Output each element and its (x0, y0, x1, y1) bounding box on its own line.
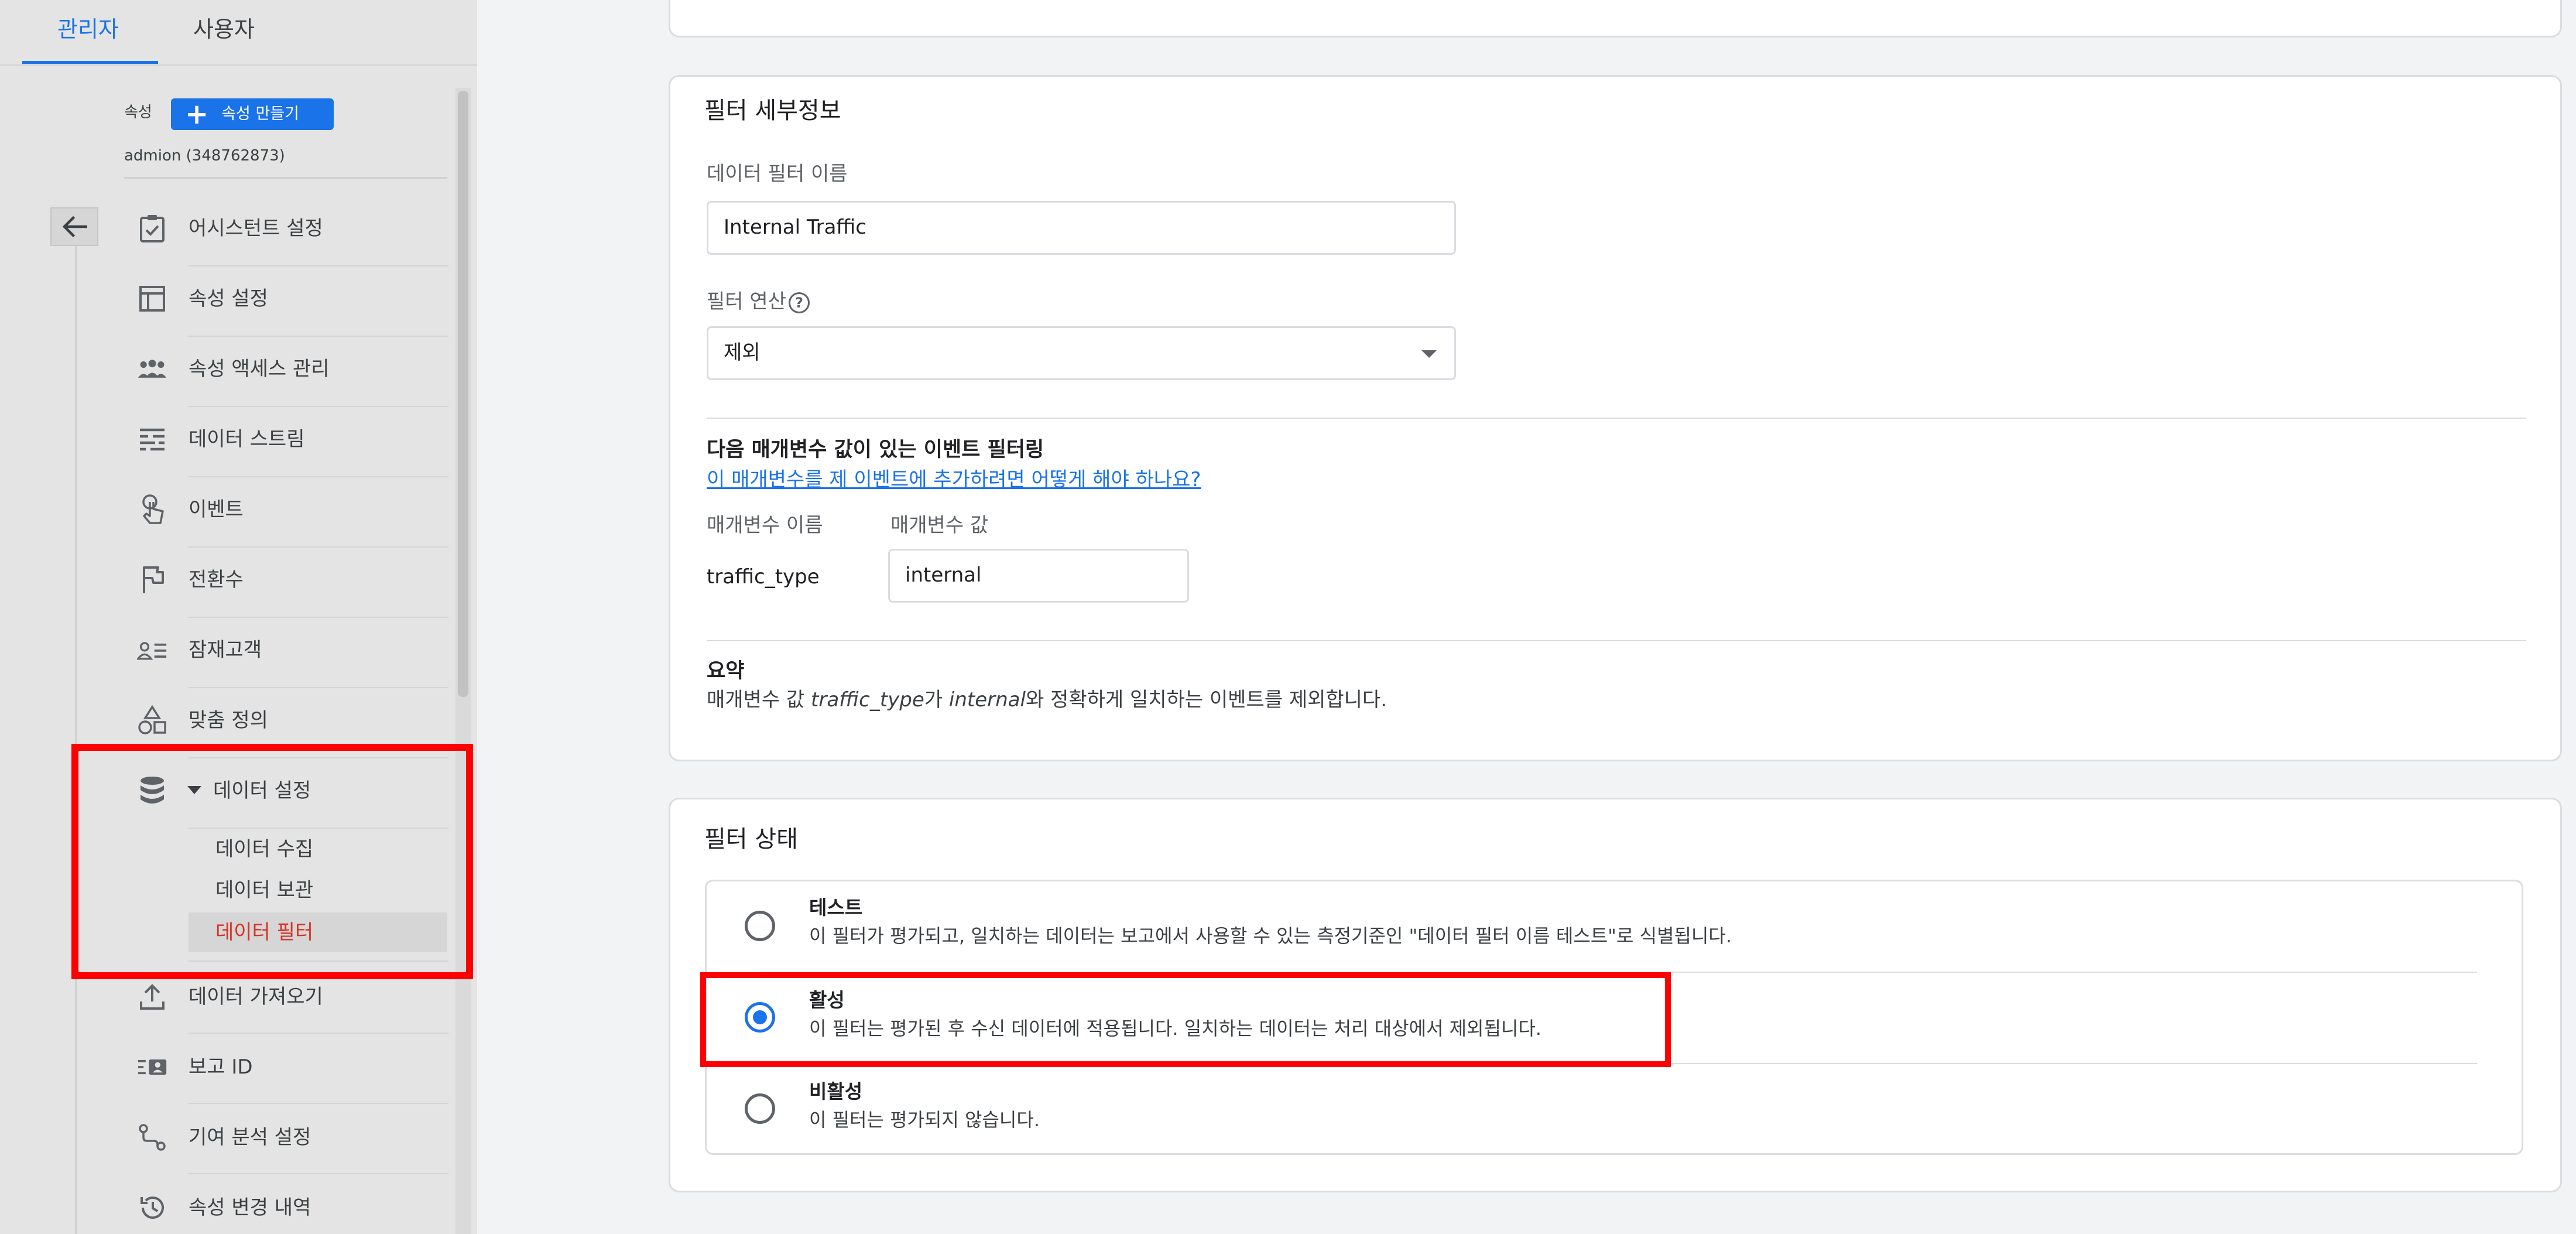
option-inactive-title: 비활성 (809, 1080, 863, 1103)
filter-name-label: 데이터 필터 이름 (707, 162, 848, 186)
checklist-icon (137, 213, 167, 244)
sidebar-item-data-import[interactable]: 데이터 가져오기 (132, 962, 448, 1032)
sidebar-item-label: 전환수 (189, 568, 244, 592)
sidebar-item-access-management[interactable]: 속성 액세스 관리 (132, 334, 448, 404)
filter-status-title: 필터 상태 (704, 826, 798, 853)
sidebar-item-conversions[interactable]: 전환수 (132, 545, 448, 615)
back-button[interactable] (50, 207, 98, 246)
sidebar-item-data-streams[interactable]: 데이터 스트림 (132, 404, 448, 474)
sidebar-item-label: 맞춤 정의 (189, 709, 268, 732)
sidebar-item-label: 어시스턴트 설정 (189, 217, 323, 240)
dropdown-arrow-icon (1421, 350, 1437, 358)
summary-text: 매개변수 값 traffic_type가 internal와 정확하게 일치하는… (707, 688, 1388, 712)
radio-test[interactable] (745, 911, 775, 941)
nav-divider (189, 828, 448, 829)
shapes-icon (137, 705, 167, 736)
touch-icon (137, 494, 167, 525)
param-name-value: traffic_type (707, 565, 820, 589)
sidebar-item-data-settings[interactable]: 데이터 설정 (132, 756, 448, 826)
sidebar-item-label: 속성 액세스 관리 (189, 357, 330, 381)
sidebar-tree-line (75, 246, 77, 1234)
section-divider (707, 640, 2526, 641)
sidebar-subitem-label: 데이터 필터 (215, 921, 314, 944)
sidebar-item-label: 데이터 설정 (213, 779, 311, 802)
account-divider (124, 177, 447, 179)
param-value-input[interactable]: internal (888, 549, 1189, 603)
sidebar-item-label: 속성 변경 내역 (189, 1196, 311, 1219)
tab-admin[interactable]: 관리자 (57, 14, 119, 45)
sidebar-item-assistant-settings[interactable]: 어시스턴트 설정 (132, 193, 448, 264)
filter-operation-value: 제외 (724, 341, 761, 364)
sidebar-item-property-settings[interactable]: 속성 설정 (132, 264, 448, 334)
sidebar-item-audiences[interactable]: 잠재고객 (132, 615, 448, 685)
sidebar-subitem-label: 데이터 수집 (215, 838, 314, 861)
upload-icon (137, 982, 167, 1012)
history-icon (137, 1192, 167, 1223)
option-divider (757, 972, 2477, 973)
create-property-label: 속성 만들기 (221, 105, 300, 123)
people-icon (137, 354, 167, 384)
option-divider (757, 1063, 2477, 1064)
report-id-icon (137, 1052, 167, 1082)
stream-icon (137, 424, 167, 454)
option-test-title: 테스트 (809, 896, 863, 919)
plus-icon: + (185, 98, 209, 131)
param-name-header: 매개변수 이름 (707, 514, 823, 537)
filter-operation-select[interactable]: 제외 (707, 326, 1456, 380)
param-section-title: 다음 매개변수 값이 있는 이벤트 필터링 (707, 438, 1044, 462)
tab-divider (0, 64, 477, 66)
chevron-down-icon[interactable] (187, 786, 201, 794)
attribution-icon (137, 1122, 167, 1153)
sidebar-item-custom-definitions[interactable]: 맞춤 정의 (132, 685, 448, 756)
previous-card (669, 0, 2562, 37)
filter-name-input[interactable]: Internal Traffic (707, 201, 1456, 255)
sidebar-item-label: 이벤트 (189, 498, 244, 521)
sidebar-item-label: 보고 ID (189, 1055, 253, 1079)
sidebar-item-attribution-settings[interactable]: 기여 분석 설정 (132, 1102, 448, 1173)
option-active-description: 이 필터는 평가된 후 수신 데이터에 적용됩니다. 일치하는 데이터는 처리 … (809, 1017, 1542, 1040)
sidebar-item-label: 데이터 스트림 (189, 428, 305, 451)
param-help-link[interactable]: 이 매개변수를 제 이벤트에 추가하려면 어떻게 해야 하나요? (707, 466, 1201, 494)
filter-operation-label: 필터 연산? (707, 288, 810, 316)
filter-status-options: 테스트 이 필터가 평가되고, 일치하는 데이터는 보고에서 사용할 수 있는 … (705, 880, 2523, 1155)
sidebar-item-change-history[interactable]: 속성 변경 내역 (132, 1173, 448, 1234)
sidebar-item-label: 기여 분석 설정 (189, 1126, 311, 1149)
option-test-description: 이 필터가 평가되고, 일치하는 데이터는 보고에서 사용할 수 있는 측정기준… (809, 925, 1732, 947)
window-icon (137, 283, 167, 314)
sidebar-item-label: 데이터 가져오기 (189, 985, 323, 1009)
admin-sidebar: 관리자 사용자 속성 + 속성 만들기 admion (348762873) 어… (0, 0, 477, 1234)
param-value-header: 매개변수 값 (890, 514, 989, 537)
sidebar-item-label: 속성 설정 (189, 287, 268, 310)
sidebar-item-events[interactable]: 이벤트 (132, 474, 448, 545)
sidebar-item-label: 잠재고객 (189, 638, 262, 662)
arrow-left-icon (62, 216, 87, 238)
database-icon (137, 775, 167, 806)
sidebar-subitem-label: 데이터 보관 (215, 879, 314, 902)
flag-icon (137, 565, 167, 595)
sidebar-subitem-data-filters[interactable]: 데이터 필터 (189, 912, 447, 952)
summary-title: 요약 (707, 659, 745, 683)
audience-icon (137, 635, 167, 665)
account-id: admion (348762873) (124, 147, 285, 165)
tab-user[interactable]: 사용자 (193, 14, 255, 45)
sidebar-scrollbar-thumb[interactable] (458, 91, 468, 697)
property-label: 속성 (124, 104, 152, 121)
option-inactive-description: 이 필터는 평가되지 않습니다. (809, 1109, 1040, 1131)
filter-details-title: 필터 세부정보 (704, 97, 841, 124)
option-active-title: 활성 (809, 989, 845, 1011)
radio-active[interactable] (745, 1002, 775, 1033)
filter-details-card: 필터 세부정보 데이터 필터 이름 Internal Traffic 필터 연산… (669, 75, 2562, 761)
radio-inactive[interactable] (745, 1093, 775, 1124)
section-divider (707, 418, 2526, 419)
sidebar-subitem-data-collection[interactable]: 데이터 수집 (189, 829, 447, 869)
active-tab-indicator (22, 61, 158, 64)
sidebar-item-reporting-identity[interactable]: 보고 ID (132, 1032, 448, 1102)
help-icon[interactable]: ? (788, 292, 810, 313)
create-property-button[interactable]: + 속성 만들기 (171, 98, 334, 130)
sidebar-subitem-data-retention[interactable]: 데이터 보관 (189, 870, 447, 910)
